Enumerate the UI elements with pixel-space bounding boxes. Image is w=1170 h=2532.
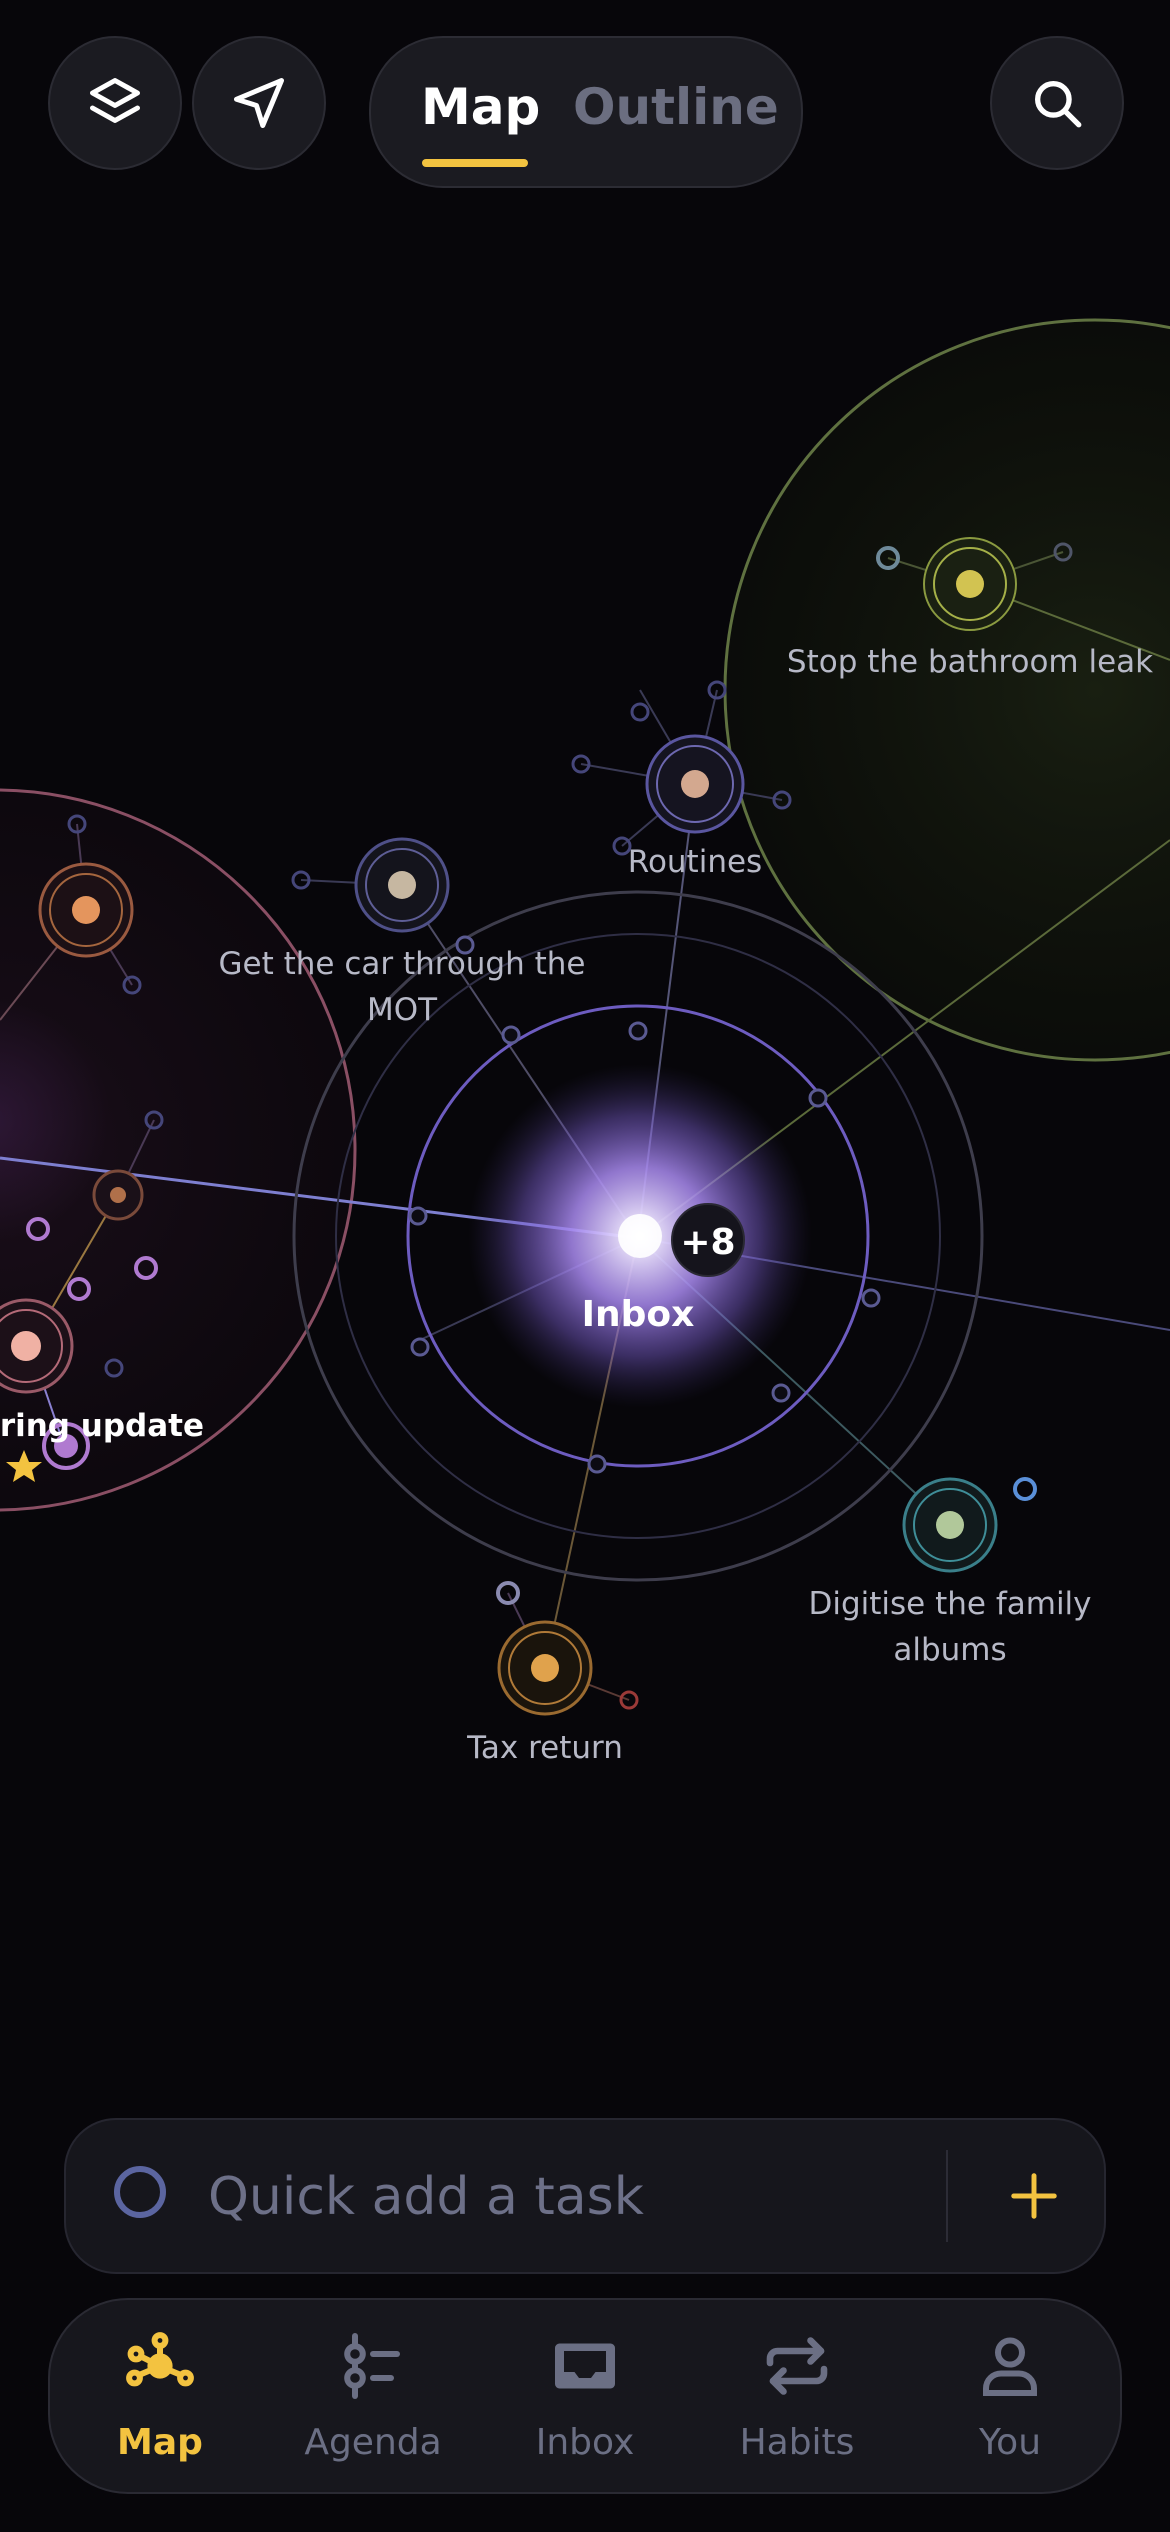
profile-icon bbox=[983, 2337, 1037, 2396]
node-label: Stop the bathroom leak bbox=[787, 644, 1153, 680]
node-label: Routines bbox=[628, 844, 762, 880]
nav-label: Map bbox=[117, 2422, 203, 2463]
agenda-icon bbox=[344, 2333, 400, 2399]
view-switcher: Map Outline bbox=[369, 36, 803, 188]
node-label: Tax return bbox=[466, 1730, 623, 1766]
nav-label: You bbox=[978, 2422, 1042, 2463]
node-label-line2: MOT bbox=[367, 992, 438, 1028]
habits-icon bbox=[766, 2337, 828, 2395]
nav-label: Inbox bbox=[535, 2422, 635, 2463]
nav-label: Habits bbox=[739, 2422, 855, 2463]
nav-habits[interactable]: Habits bbox=[702, 2300, 892, 2492]
nav-agenda[interactable]: Agenda bbox=[278, 2300, 468, 2492]
navigate-icon bbox=[234, 78, 284, 128]
divider bbox=[946, 2150, 948, 2242]
nav-inbox[interactable]: Inbox bbox=[490, 2300, 680, 2492]
node-label-line1: Get the car through the bbox=[218, 946, 585, 982]
node-label-line1: Digitise the family bbox=[808, 1586, 1091, 1622]
node-tax-return[interactable]: Tax return bbox=[466, 1581, 639, 1766]
inbox-icon bbox=[555, 2343, 615, 2389]
quick-add-bar bbox=[64, 2118, 1106, 2274]
inbox-overflow-badge[interactable]: +8 bbox=[671, 1203, 745, 1277]
nav-you[interactable]: You bbox=[915, 2300, 1105, 2492]
active-tab-indicator bbox=[422, 159, 528, 167]
search-button[interactable] bbox=[990, 36, 1124, 170]
inbox-hub-label: Inbox bbox=[582, 1294, 695, 1335]
nav-label: Agenda bbox=[304, 2422, 442, 2463]
layers-icon bbox=[90, 78, 140, 123]
locate-button[interactable] bbox=[192, 36, 326, 170]
zone-home bbox=[723, 318, 1170, 1062]
node-label: pring update bbox=[0, 1408, 204, 1444]
plus-icon bbox=[1011, 2173, 1057, 2219]
badge-count: +8 bbox=[680, 1222, 735, 1263]
task-circle-icon bbox=[114, 2166, 166, 2218]
bottom-nav: Map Agenda Inbox Habits You bbox=[48, 2298, 1122, 2494]
layers-button[interactable] bbox=[48, 36, 182, 170]
inbox-hub[interactable] bbox=[618, 1214, 662, 1258]
node-label-line2: albums bbox=[893, 1632, 1006, 1668]
search-icon bbox=[1035, 81, 1082, 128]
tab-map[interactable]: Map bbox=[421, 78, 540, 136]
tab-outline[interactable]: Outline bbox=[573, 78, 779, 136]
map-icon bbox=[126, 2332, 194, 2387]
add-task-button[interactable] bbox=[988, 2150, 1080, 2242]
nav-map[interactable]: Map bbox=[65, 2300, 255, 2492]
quick-add-input[interactable] bbox=[206, 2146, 990, 2248]
